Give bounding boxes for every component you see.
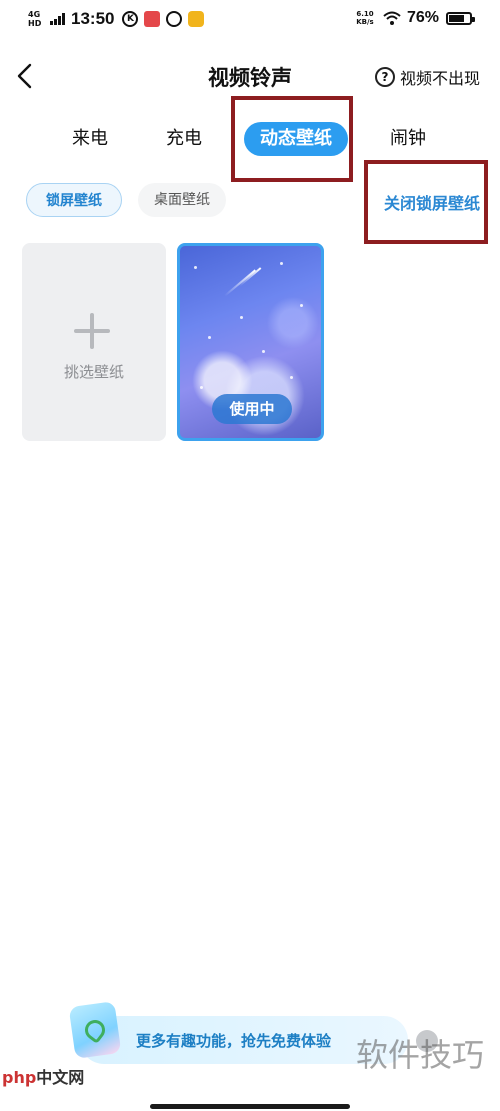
tab-incoming-call[interactable]: 来电 (60, 122, 120, 156)
video-not-showing-help[interactable]: ? 视频不出现 (374, 65, 480, 89)
star-decoration (300, 304, 303, 307)
highlight-box-close (364, 160, 488, 244)
star-decoration (240, 316, 243, 319)
notification-eye-icon (188, 11, 205, 27)
battery-icon (446, 11, 475, 25)
status-time: 13:50 (71, 9, 115, 28)
signal-icon (50, 13, 65, 25)
highlight-box-tab (231, 96, 353, 182)
star-decoration (290, 376, 293, 379)
question-icon: ? (374, 67, 395, 87)
meteor-decoration (238, 267, 262, 287)
notification-sync-icon (166, 11, 183, 27)
star-decoration (280, 262, 283, 265)
plus-icon (74, 313, 110, 349)
watermark-software-tips: 软件技巧 (356, 1036, 485, 1074)
header: 视频铃声 ? 视频不出现 (0, 52, 500, 100)
pick-wallpaper-label: 挑选壁纸 (63, 363, 124, 381)
star-decoration (194, 266, 197, 269)
star-decoration (262, 350, 265, 353)
network-speed: 6.10 KB/s (356, 10, 374, 26)
tab-alarm[interactable]: 闹钟 (378, 122, 438, 156)
chip-lock-screen-wallpaper[interactable]: 锁屏壁纸 (26, 183, 122, 217)
star-decoration (208, 336, 211, 339)
chip-desktop-wallpaper[interactable]: 桌面壁纸 (138, 183, 226, 217)
battery-percent: 76% (406, 9, 439, 26)
notification-k-icon: K (122, 11, 139, 27)
home-indicator[interactable] (150, 1104, 350, 1109)
wifi-icon (383, 11, 401, 25)
in-use-badge: 使用中 (212, 394, 292, 424)
status-bar: 4G HD 13:50 K 6.10 KB/s 76% (0, 0, 500, 40)
help-label: 视频不出现 (399, 69, 480, 88)
current-wallpaper-thumbnail[interactable]: 使用中 (177, 243, 324, 441)
star-decoration (200, 386, 203, 389)
notification-app-icon (144, 11, 161, 27)
promo-text: 更多有趣功能，抢先免费体验 (136, 1032, 332, 1050)
watermark-php: php中文网 (2, 1068, 85, 1087)
pick-wallpaper-card[interactable]: 挑选壁纸 (22, 243, 166, 441)
network-indicator: 4G HD (28, 10, 42, 28)
tab-charging[interactable]: 充电 (154, 122, 214, 156)
promo-heart-icon (68, 1001, 122, 1059)
